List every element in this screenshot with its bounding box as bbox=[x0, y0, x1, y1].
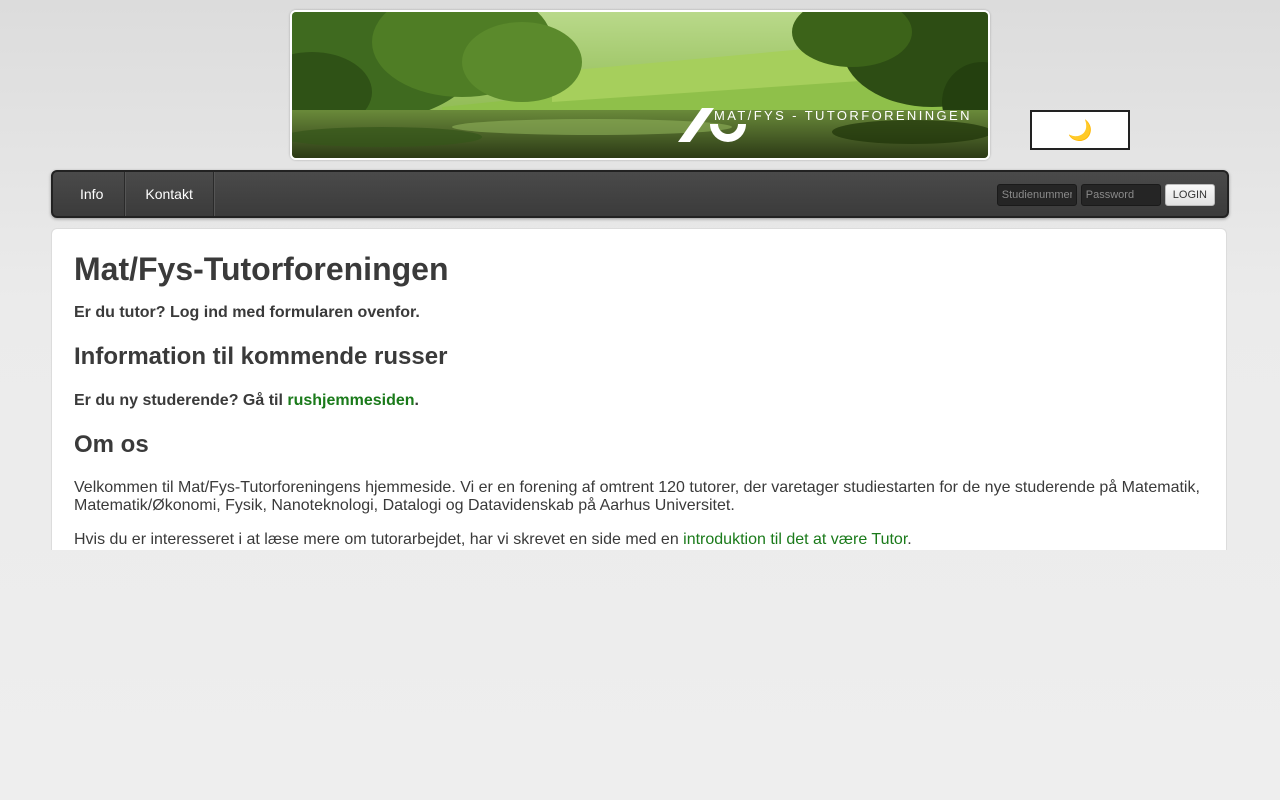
page-title: Mat/Fys-Tutorforeningen bbox=[74, 251, 449, 287]
tutor-intro-text: Hvis du er interesseret i at læse mere o… bbox=[74, 531, 684, 548]
new-student-text: Er du ny studerende? Gå til bbox=[74, 392, 288, 409]
banner-title: MAT/FYS - TUTORFORENINGEN bbox=[714, 108, 972, 123]
new-student-hint: Er du ny studerende? Gå til rushjemmesid… bbox=[74, 391, 1204, 411]
section-heading-om-os: Om os bbox=[74, 431, 149, 458]
nav-menu: Info Kontakt bbox=[63, 172, 214, 216]
username-input[interactable] bbox=[996, 184, 1077, 206]
nav-item-info[interactable]: Info bbox=[63, 172, 126, 216]
login-form: LOGIN bbox=[996, 184, 1215, 206]
login-button[interactable]: LOGIN bbox=[1164, 184, 1215, 206]
nav-item-kontakt[interactable]: Kontakt bbox=[125, 172, 214, 216]
rushjemmesiden-link[interactable]: rushjemmesiden bbox=[287, 392, 414, 409]
main-content: Mat/Fys-Tutorforeningen Er du tutor? Log… bbox=[51, 228, 1227, 550]
header-banner: MAT/FYS - TUTORFORENINGEN bbox=[290, 10, 990, 160]
tutor-intro-link[interactable]: introduktion til det at være Tutor bbox=[683, 531, 907, 548]
tutor-login-hint: Er du tutor? Log ind med formularen oven… bbox=[74, 304, 420, 321]
theme-toggle-button[interactable]: 🌙 bbox=[1030, 110, 1130, 150]
about-paragraph: Velkommen til Mat/Fys-Tutorforeningens h… bbox=[74, 479, 1200, 514]
new-student-suffix: . bbox=[414, 392, 419, 409]
tutor-intro-suffix: . bbox=[907, 531, 912, 548]
tutor-intro-paragraph: Hvis du er interesseret i at læse mere o… bbox=[74, 530, 1204, 550]
main-navbar: Info Kontakt LOGIN bbox=[51, 170, 1229, 218]
moon-icon: 🌙 bbox=[1067, 118, 1093, 142]
password-input[interactable] bbox=[1080, 184, 1161, 206]
section-heading-russer: Information til kommende russer bbox=[74, 343, 448, 370]
